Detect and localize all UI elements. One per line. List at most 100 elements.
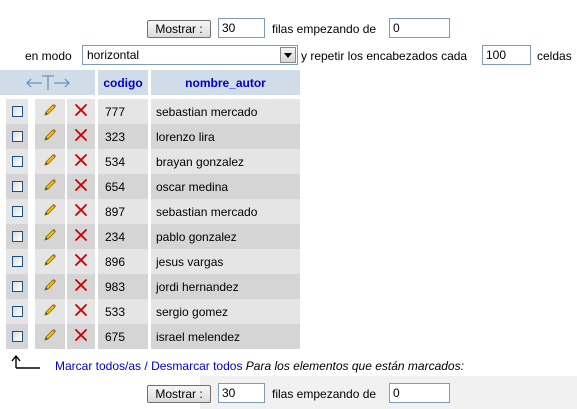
row-checkbox-cell <box>6 324 28 349</box>
table-row[interactable]: 896 jesus vargas <box>0 249 300 274</box>
x-icon[interactable] <box>74 128 88 145</box>
codigo-cell: 323 <box>98 124 148 149</box>
x-icon[interactable] <box>74 153 88 170</box>
mode-select[interactable]: horizontal <box>82 45 298 65</box>
pencil-icon[interactable] <box>42 327 58 346</box>
row-checkbox[interactable] <box>11 206 23 217</box>
table-row[interactable]: 777 sebastian mercado <box>0 99 300 124</box>
row-checkbox-cell <box>6 149 28 174</box>
x-icon[interactable] <box>74 278 88 295</box>
x-icon[interactable] <box>74 103 88 120</box>
nombre-autor-cell: sergio gomez <box>151 299 300 324</box>
codigo-cell: 983 <box>98 274 148 299</box>
column-arrows-header[interactable] <box>0 70 95 95</box>
row-checkbox[interactable] <box>11 131 23 142</box>
table-row[interactable]: 654 oscar medina <box>0 174 300 199</box>
x-icon[interactable] <box>74 228 88 245</box>
codigo-cell: 534 <box>98 149 148 174</box>
repeat-label: y repetir los encabezados cada <box>301 49 468 63</box>
row-checkbox[interactable] <box>11 156 23 167</box>
delete-cell <box>67 249 95 274</box>
x-icon[interactable] <box>74 203 88 220</box>
column-header-codigo[interactable]: codigo <box>98 70 148 95</box>
row-checkbox-cell <box>6 274 28 299</box>
row-checkbox[interactable] <box>11 331 23 342</box>
nombre-autor-cell: oscar medina <box>151 174 300 199</box>
codigo-cell: 777 <box>98 99 148 124</box>
pencil-icon[interactable] <box>42 302 58 321</box>
show-button-bottom[interactable]: Mostrar : <box>147 385 211 403</box>
chevron-down-icon[interactable] <box>280 47 296 63</box>
pencil-icon[interactable] <box>42 102 58 121</box>
row-checkbox-cell <box>6 299 28 324</box>
nombre-autor-cell: jordi hernandez <box>151 274 300 299</box>
cells-label: celdas <box>537 49 572 63</box>
pencil-icon[interactable] <box>42 177 58 196</box>
rows-input-bottom[interactable]: 30 <box>218 383 265 403</box>
row-checkbox-cell <box>6 124 28 149</box>
row-checkbox[interactable] <box>11 306 23 317</box>
delete-cell <box>67 299 95 324</box>
delete-cell <box>67 199 95 224</box>
delete-cell <box>67 324 95 349</box>
pencil-icon[interactable] <box>42 202 58 221</box>
edit-cell <box>35 299 65 324</box>
show-button-top[interactable]: Mostrar : <box>147 20 211 38</box>
table-row[interactable]: 323 lorenzo lira <box>0 124 300 149</box>
mark-all-link[interactable]: Marcar todos/as <box>55 359 141 373</box>
delete-cell <box>67 124 95 149</box>
row-checkbox[interactable] <box>11 106 23 117</box>
column-header-nombre-autor[interactable]: nombre_autor <box>151 70 300 95</box>
repeat-input[interactable]: 100 <box>482 45 531 65</box>
edit-cell <box>35 99 65 124</box>
pencil-icon[interactable] <box>42 277 58 296</box>
nombre-autor-cell: sebastian mercado <box>151 99 300 124</box>
row-checkbox[interactable] <box>11 281 23 292</box>
nombre-autor-cell: israel melendez <box>151 324 300 349</box>
delete-cell <box>67 99 95 124</box>
table-row[interactable]: 234 pablo gonzalez <box>0 224 300 249</box>
mode-select-value: horizontal <box>87 48 140 62</box>
pencil-icon[interactable] <box>42 127 58 146</box>
unmark-all-link[interactable]: Desmarcar todos <box>151 359 242 373</box>
start-input-bottom[interactable]: 0 <box>389 383 450 403</box>
table-row[interactable]: 897 sebastian mercado <box>0 199 300 224</box>
delete-cell <box>67 224 95 249</box>
row-checkbox-cell <box>6 99 28 124</box>
edit-cell <box>35 199 65 224</box>
arrow-up-left-icon <box>11 354 40 369</box>
row-checkbox[interactable] <box>11 181 23 192</box>
rows-input-top[interactable]: 30 <box>218 18 265 38</box>
edit-cell <box>35 149 65 174</box>
x-icon[interactable] <box>74 328 88 345</box>
table-row[interactable]: 983 jordi hernandez <box>0 274 300 299</box>
row-checkbox-cell <box>6 249 28 274</box>
table-row[interactable]: 675 israel melendez <box>0 324 300 349</box>
pencil-icon[interactable] <box>42 227 58 246</box>
pencil-icon[interactable] <box>42 152 58 171</box>
pencil-icon[interactable] <box>42 252 58 271</box>
codigo-cell: 897 <box>98 199 148 224</box>
codigo-cell: 654 <box>98 174 148 199</box>
mark-bar: Marcar todos/as / Desmarcar todos Para l… <box>55 359 464 373</box>
rows-label-bottom: filas empezando de <box>272 387 377 401</box>
start-input-top[interactable]: 0 <box>389 18 450 38</box>
x-icon[interactable] <box>74 178 88 195</box>
codigo-cell: 675 <box>98 324 148 349</box>
edit-cell <box>35 249 65 274</box>
with-selected-label: Para los elementos que están marcados: <box>245 359 464 373</box>
row-checkbox[interactable] <box>11 231 23 242</box>
table-row[interactable]: 533 sergio gomez <box>0 299 300 324</box>
delete-cell <box>67 174 95 199</box>
row-checkbox-cell <box>6 224 28 249</box>
x-icon[interactable] <box>74 303 88 320</box>
nombre-autor-cell: brayan gonzalez <box>151 149 300 174</box>
table-row[interactable]: 534 brayan gonzalez <box>0 149 300 174</box>
codigo-cell: 234 <box>98 224 148 249</box>
delete-cell <box>67 274 95 299</box>
mode-label: en modo <box>25 49 72 63</box>
row-checkbox[interactable] <box>11 256 23 267</box>
x-icon[interactable] <box>74 253 88 270</box>
edit-cell <box>35 174 65 199</box>
edit-cell <box>35 224 65 249</box>
